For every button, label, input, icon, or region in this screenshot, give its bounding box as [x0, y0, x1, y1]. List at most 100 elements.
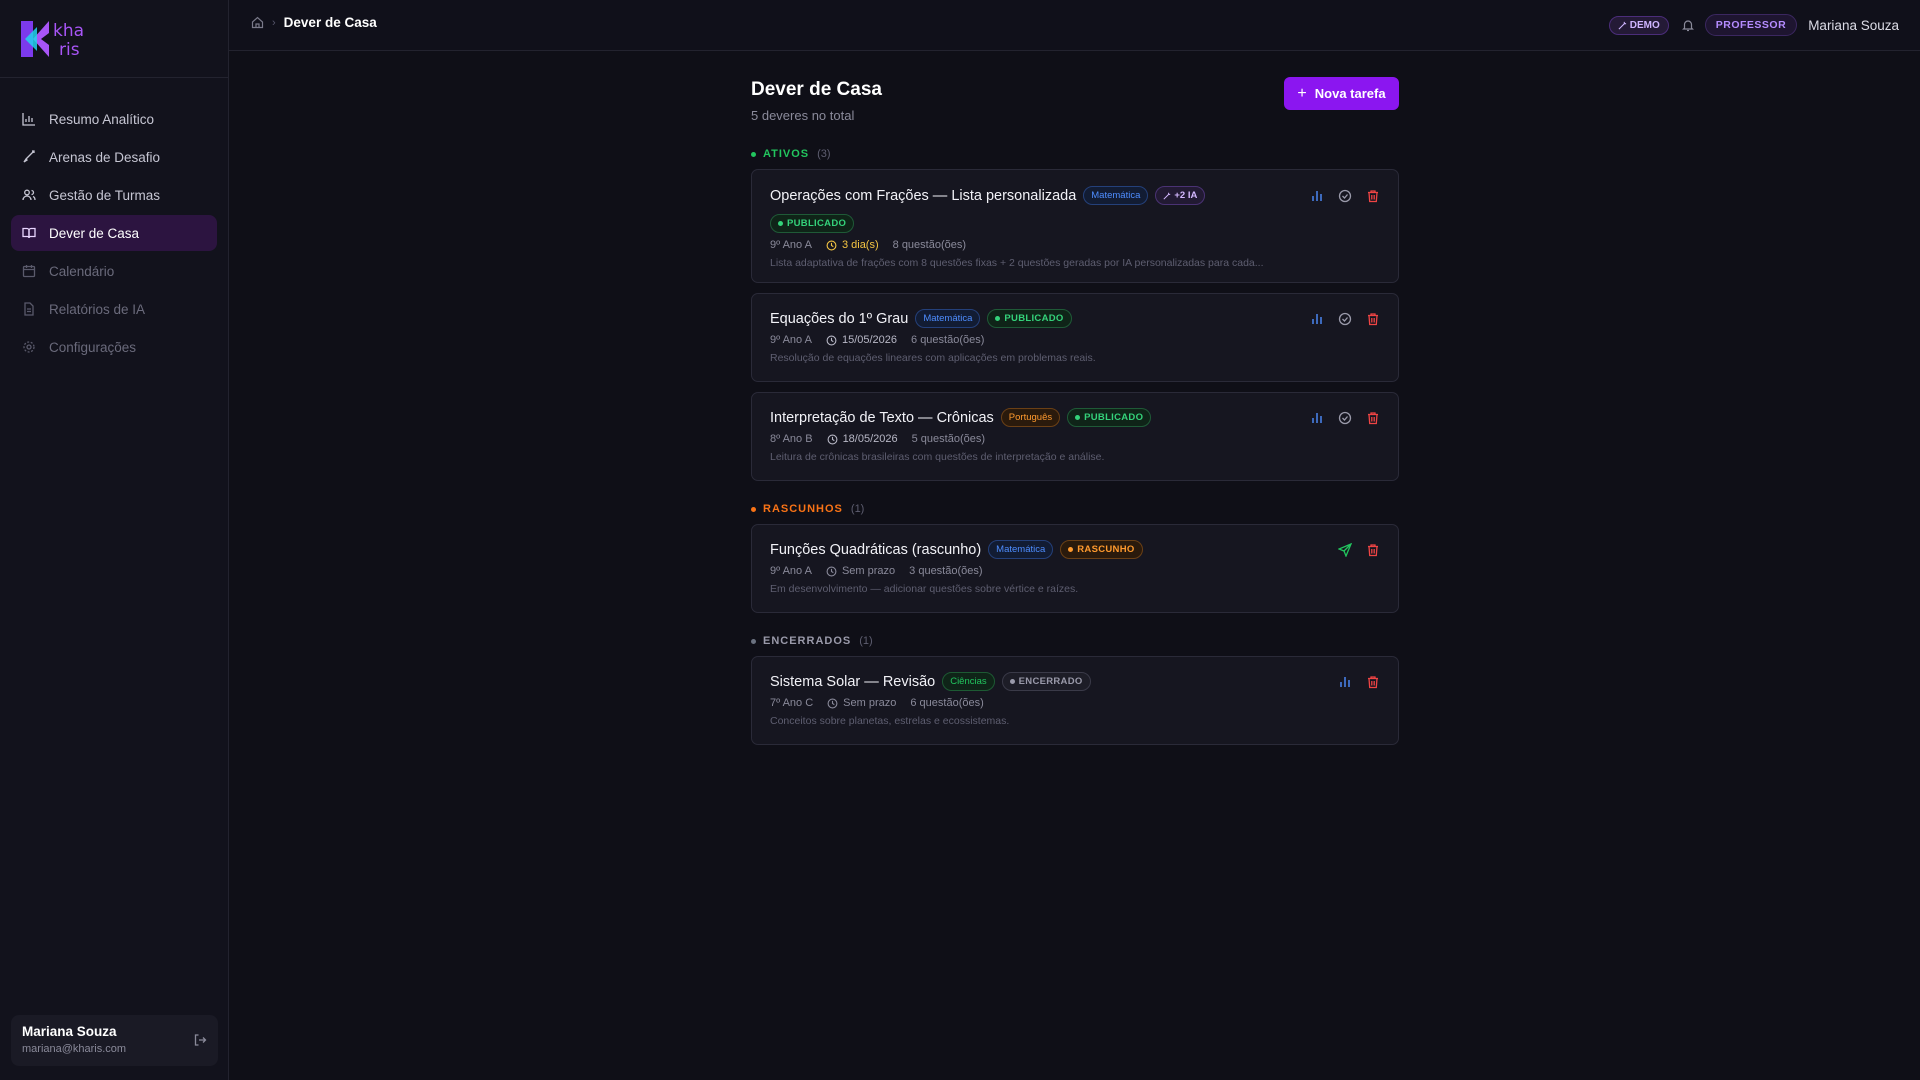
close-assignment-icon[interactable] — [1338, 411, 1352, 425]
due-date: 3 dia(s) — [826, 239, 879, 251]
sidebar-item-arenas-de-desafio[interactable]: Arenas de Desafio — [11, 139, 217, 175]
subject-tag: Matemática — [915, 309, 981, 328]
section-count: (1) — [850, 503, 865, 515]
question-count: 6 questão(ões) — [910, 697, 984, 709]
sidebar-item-configuracoes[interactable]: Configurações — [11, 329, 217, 365]
home-icon[interactable] — [251, 16, 264, 29]
sidebar-item-relatorios-de-ia[interactable]: Relatórios de IA — [11, 291, 217, 327]
file-icon — [22, 302, 36, 316]
status-label: RASCUNHO — [1077, 544, 1135, 555]
trash-icon[interactable] — [1366, 189, 1380, 203]
new-task-button[interactable]: + Nova tarefa — [1284, 77, 1399, 110]
section-count: (1) — [859, 635, 873, 647]
trash-icon[interactable] — [1366, 543, 1380, 557]
stats-icon[interactable] — [1310, 411, 1324, 425]
kharis-logo-icon: kha ris — [21, 21, 84, 60]
homework-card[interactable]: Interpretação de Texto — Crônicas Portug… — [751, 392, 1399, 481]
section-label: RASCUNHOS — [763, 503, 843, 515]
card-actions — [1296, 411, 1380, 425]
sidebar-nav: Resumo Analítico Arenas de Desafio Gestã… — [0, 78, 228, 365]
question-count: 6 questão(ões) — [911, 334, 985, 346]
clock-icon — [826, 335, 837, 345]
logout-icon[interactable] — [193, 1033, 207, 1047]
section-ativos-header: ATIVOS (3) — [751, 148, 1399, 160]
sidebar-user-card: Mariana Souza mariana@kharis.com — [11, 1015, 218, 1066]
card-meta: 9º Ano A 3 dia(s) 8 questão(ões) — [770, 239, 1380, 251]
card-description: Lista adaptativa de frações com 8 questõ… — [770, 257, 1264, 269]
card-title: Equações do 1º Grau — [770, 310, 909, 327]
subject-tag: Matemática — [1083, 186, 1149, 205]
status-dot — [751, 151, 756, 157]
status-badge: PUBLICADO — [770, 214, 855, 233]
calendar-icon — [22, 264, 36, 278]
section-rascunhos-header: RASCUNHOS (1) — [751, 503, 1399, 515]
status-badge: ENCERRADO — [1001, 672, 1091, 691]
logo-text-top: kha — [53, 21, 84, 41]
card-title-row: Sistema Solar — Revisão Ciências ENCERRA… — [770, 657, 1380, 691]
topbar: › Dever de Casa DEMO PROFESSOR Mariana S… — [229, 0, 1920, 51]
class-name: 7º Ano C — [770, 697, 814, 709]
role-badge: PROFESSOR — [1704, 14, 1798, 36]
send-icon[interactable] — [1338, 543, 1352, 557]
topbar-user-name[interactable]: Mariana Souza — [1808, 18, 1899, 33]
trash-icon[interactable] — [1366, 675, 1380, 689]
homework-card[interactable]: Operações com Frações — Lista personaliz… — [751, 169, 1399, 283]
sidebar-item-label: Arenas de Desafio — [49, 149, 161, 165]
card-actions — [1296, 189, 1380, 203]
sidebar: kha ris Resumo Analítico Arenas de Desaf… — [0, 0, 229, 1080]
card-title: Funções Quadráticas (rascunho) — [770, 541, 982, 558]
homework-card[interactable]: Sistema Solar — Revisão Ciências ENCERRA… — [751, 656, 1399, 745]
ia-label: +2 IA — [1174, 190, 1198, 201]
due-label: Sem prazo — [843, 697, 897, 709]
due-date: Sem prazo — [827, 697, 896, 709]
main-content: Dever de Casa 5 deveres no total + Nova … — [751, 77, 1399, 745]
stats-icon[interactable] — [1310, 189, 1324, 203]
card-meta: 8º Ano B 18/05/2026 5 questão(ões) — [770, 433, 1380, 445]
sidebar-item-gestao-de-turmas[interactable]: Gestão de Turmas — [11, 177, 217, 213]
status-badge: PUBLICADO — [987, 309, 1072, 328]
stats-icon[interactable] — [1338, 675, 1352, 689]
ia-badge: +2 IA — [1155, 186, 1206, 205]
logo[interactable]: kha ris — [0, 0, 228, 78]
subject-tag: Matemática — [988, 540, 1054, 559]
subject-tag: Português — [1000, 408, 1061, 427]
demo-badge: DEMO — [1608, 15, 1669, 35]
card-meta: 7º Ano C Sem prazo 6 questão(ões) — [770, 697, 1380, 709]
status-label: PUBLICADO — [1084, 412, 1144, 423]
status-badge: PUBLICADO — [1067, 408, 1152, 427]
bell-icon[interactable] — [1681, 18, 1695, 32]
close-assignment-icon[interactable] — [1338, 312, 1352, 326]
stats-icon[interactable] — [1310, 312, 1324, 326]
card-title: Interpretação de Texto — Crônicas — [770, 409, 994, 426]
class-name: 9º Ano A — [770, 334, 812, 346]
card-title-row: Equações do 1º Grau Matemática PUBLICADO — [770, 294, 1380, 328]
section-count: (3) — [817, 148, 831, 160]
homework-card[interactable]: Funções Quadráticas (rascunho) Matemátic… — [751, 524, 1399, 613]
due-label: 3 dia(s) — [841, 239, 879, 251]
new-task-label: Nova tarefa — [1314, 86, 1386, 101]
homework-card[interactable]: Equações do 1º Grau Matemática PUBLICADO… — [751, 293, 1399, 382]
sidebar-item-resumo-analitico[interactable]: Resumo Analítico — [11, 101, 217, 137]
due-date: 18/05/2026 — [827, 433, 898, 445]
trash-icon[interactable] — [1366, 312, 1380, 326]
user-email: mariana@kharis.com — [22, 1043, 127, 1055]
sidebar-item-dever-de-casa[interactable]: Dever de Casa — [11, 215, 217, 251]
card-title: Sistema Solar — Revisão — [770, 673, 936, 690]
clock-icon — [826, 240, 837, 250]
clock-icon — [827, 434, 838, 444]
trash-icon[interactable] — [1366, 411, 1380, 425]
card-title: Operações com Frações — Lista personaliz… — [770, 187, 1077, 204]
status-label: ENCERRADO — [1018, 676, 1083, 687]
card-description: Em desenvolvimento — adicionar questões … — [770, 583, 1079, 595]
card-title-row: Operações com Frações — Lista personaliz… — [770, 170, 1380, 205]
close-assignment-icon[interactable] — [1338, 189, 1352, 203]
question-count: 5 questão(ões) — [911, 433, 986, 445]
card-actions — [1324, 543, 1380, 557]
breadcrumb-current: Dever de Casa — [283, 15, 377, 30]
due-label: Sem prazo — [841, 565, 896, 577]
card-actions — [1324, 675, 1380, 689]
sidebar-item-label: Gestão de Turmas — [49, 187, 161, 203]
sidebar-item-calendario[interactable]: Calendário — [11, 253, 217, 289]
sidebar-item-label: Resumo Analítico — [49, 111, 155, 127]
due-date: Sem prazo — [826, 565, 895, 577]
